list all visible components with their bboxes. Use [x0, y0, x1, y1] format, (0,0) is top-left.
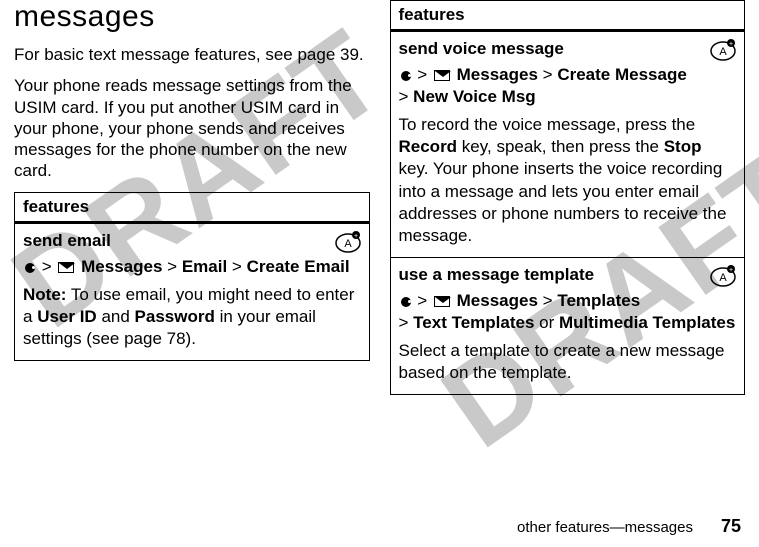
- nav-sep: >: [543, 65, 553, 84]
- right-column: features A+ send voice message > Message…: [390, 0, 746, 395]
- intro-paragraph: For basic text message features, see pag…: [14, 44, 370, 65]
- page-number: 75: [721, 516, 741, 537]
- note-text: Note: To use email, you might need to en…: [23, 284, 361, 350]
- intro-paragraph: Your phone reads message settings from t…: [14, 75, 370, 181]
- nav-item: Create Message: [557, 65, 686, 84]
- body-text: To record the voice message, press the: [399, 115, 696, 134]
- nav-sep: >: [417, 65, 427, 84]
- menu-key-icon: [401, 71, 411, 81]
- nav-item: Templates: [557, 291, 640, 310]
- body-text: key, speak, then press the: [457, 137, 664, 156]
- nav-item: Email: [182, 257, 227, 276]
- svg-text:A: A: [344, 238, 352, 250]
- body-text: key. Your phone inserts the voice record…: [399, 159, 727, 244]
- feature-message-template: A+ use a message template > Messages > T…: [391, 257, 745, 394]
- page-footer: other features—messages 75: [517, 516, 741, 537]
- note-label: Note:: [23, 285, 66, 304]
- nav-item: Create Email: [247, 257, 350, 276]
- note-bold: User ID: [37, 307, 97, 326]
- features-table: features A+ send email > Messages > Emai…: [14, 192, 370, 361]
- menu-key-icon: [25, 263, 35, 273]
- nav-item: Messages: [457, 65, 538, 84]
- feature-title: use a message template: [399, 264, 737, 286]
- body-bold: Stop: [664, 137, 702, 156]
- page-content: messages For basic text message features…: [0, 0, 759, 395]
- envelope-icon: [434, 70, 450, 81]
- nav-sep: >: [417, 291, 427, 310]
- nav-or: or: [534, 313, 559, 332]
- menu-key-icon: [401, 297, 411, 307]
- svg-text:+: +: [729, 267, 733, 274]
- operator-icon: A+: [333, 230, 363, 254]
- body-bold: Record: [399, 137, 458, 156]
- nav-sep: >: [399, 313, 409, 332]
- section-title: messages: [14, 0, 370, 34]
- feature-body: Select a template to create a new messag…: [399, 340, 737, 384]
- nav-path: > Messages > Email > Create Email: [23, 256, 361, 278]
- nav-sep: >: [543, 291, 553, 310]
- nav-item: Messages: [81, 257, 162, 276]
- footer-section: other features—messages: [517, 519, 693, 536]
- feature-title: send voice message: [399, 38, 737, 60]
- left-column: messages For basic text message features…: [14, 0, 370, 395]
- features-header: features: [15, 193, 369, 224]
- nav-item: New Voice Msg: [413, 87, 536, 106]
- nav-sep: >: [42, 257, 52, 276]
- features-table: features A+ send voice message > Message…: [390, 0, 746, 395]
- nav-sep: >: [399, 87, 409, 106]
- note-text: and: [97, 307, 135, 326]
- nav-path: > Messages > Create Message > New Voice …: [399, 64, 737, 108]
- nav-sep: >: [167, 257, 177, 276]
- nav-item: Messages: [457, 291, 538, 310]
- nav-item: Text Templates: [413, 313, 534, 332]
- feature-send-voice-message: A+ send voice message > Messages > Creat…: [391, 32, 745, 257]
- nav-item: Multimedia Templates: [559, 313, 735, 332]
- envelope-icon: [58, 262, 74, 273]
- nav-sep: >: [232, 257, 242, 276]
- features-header: features: [391, 1, 745, 32]
- envelope-icon: [434, 296, 450, 307]
- nav-path: > Messages > Templates > Text Templates …: [399, 290, 737, 334]
- svg-text:A: A: [719, 272, 727, 284]
- feature-body: To record the voice message, press the R…: [399, 114, 737, 247]
- operator-icon: A+: [708, 38, 738, 62]
- svg-text:+: +: [729, 41, 733, 48]
- feature-send-email: A+ send email > Messages > Email > Creat…: [15, 224, 369, 360]
- note-bold: Password: [135, 307, 215, 326]
- operator-icon: A+: [708, 264, 738, 288]
- svg-text:A: A: [719, 46, 727, 58]
- svg-text:+: +: [353, 233, 357, 240]
- feature-title: send email: [23, 230, 361, 252]
